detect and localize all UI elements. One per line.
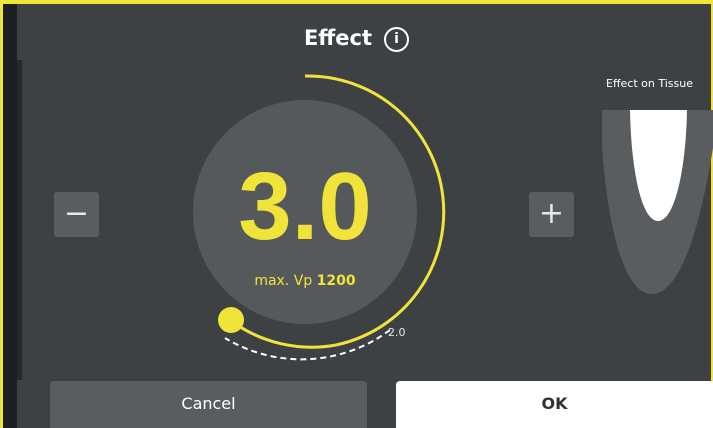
max-vp-readout: max. Vp 1200	[193, 273, 417, 289]
effect-value: 3.0	[238, 153, 372, 260]
tissue-effect-title: Effect on Tissue	[606, 77, 693, 90]
increase-button[interactable]: +	[529, 192, 574, 237]
max-vp-prefix: max. Vp	[254, 273, 313, 289]
dial-handle[interactable]	[218, 307, 244, 333]
dial-active-arc-lower	[229, 318, 337, 349]
decrease-button[interactable]: −	[54, 192, 99, 237]
tissue-effect-diagram	[602, 110, 713, 294]
ok-button[interactable]: OK	[396, 381, 713, 428]
max-vp-value: 1200	[316, 273, 356, 289]
cancel-button[interactable]: Cancel	[50, 381, 367, 428]
dial-tick-label: 2.0	[388, 326, 406, 339]
